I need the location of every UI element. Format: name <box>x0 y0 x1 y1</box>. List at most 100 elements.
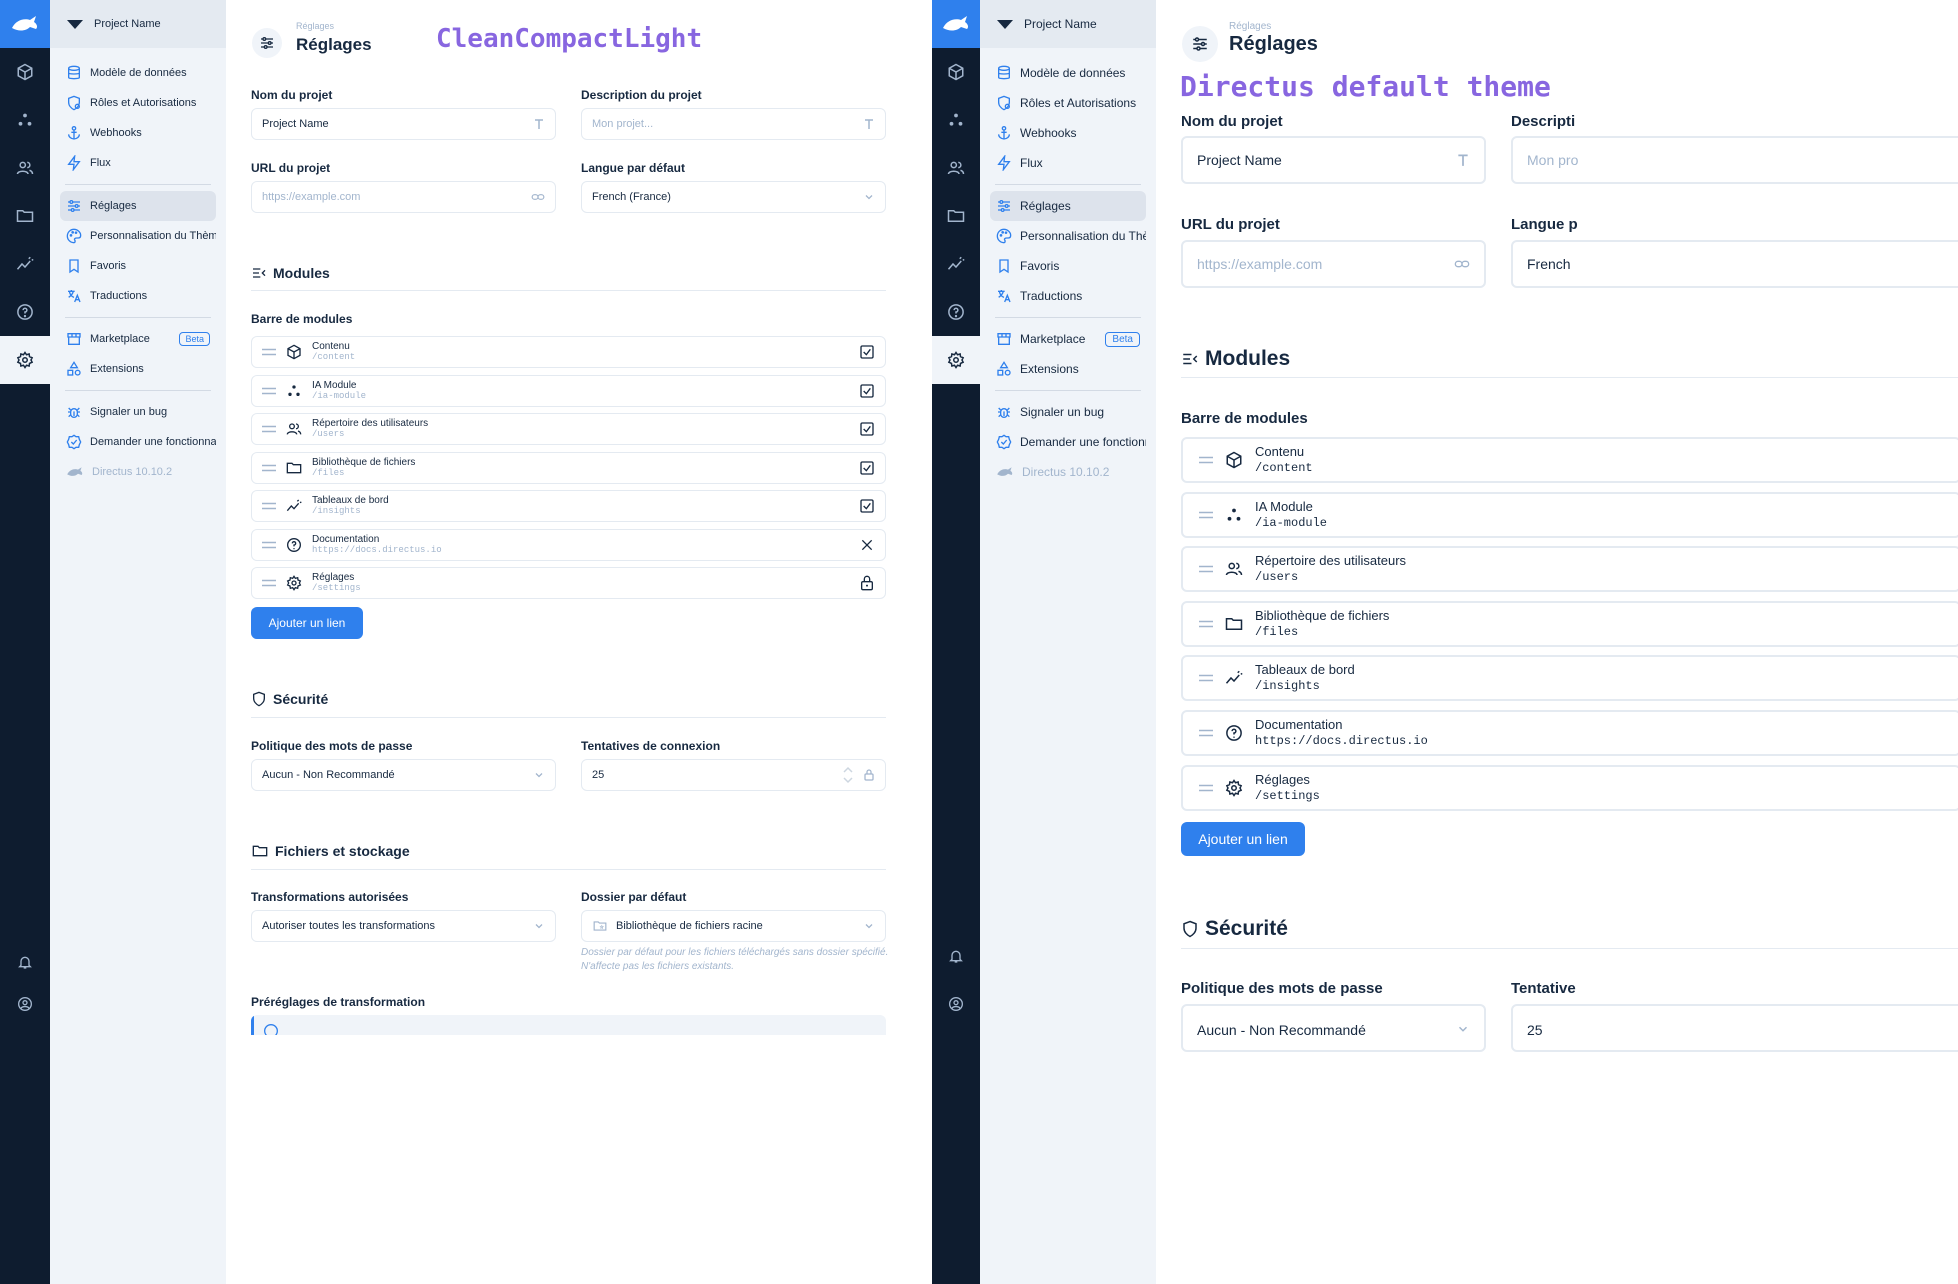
drag-handle-icon[interactable] <box>262 387 276 395</box>
drag-handle-icon[interactable] <box>1199 784 1213 792</box>
rail-notifications-button[interactable] <box>0 940 50 984</box>
nav-item-version[interactable]: Directus 10.10.2 <box>60 457 216 487</box>
default-language-select[interactable]: French (France) <box>581 181 886 213</box>
login-attempts-input[interactable]: 25 <box>581 759 886 791</box>
nav-item-data-model[interactable]: Modèle de données <box>990 58 1146 88</box>
checkbox-checked-icon[interactable] <box>859 421 875 437</box>
project-url-input[interactable]: https://example.com <box>251 181 556 213</box>
nav-item-extensions[interactable]: Extensions <box>990 354 1146 384</box>
project-switcher[interactable]: Project Name <box>980 0 1156 48</box>
nav-item-data-model[interactable]: Modèle de données <box>60 58 216 88</box>
rail-notifications-button[interactable] <box>932 934 980 978</box>
checkbox-checked-icon[interactable] <box>859 344 875 360</box>
checkbox-checked-icon[interactable] <box>859 383 875 399</box>
nav-item-translations[interactable]: Traductions <box>990 281 1146 311</box>
drag-handle-icon[interactable] <box>1199 565 1213 573</box>
nav-item-settings[interactable]: Réglages <box>60 191 216 221</box>
module-row[interactable]: IA Module/ia-module <box>251 374 886 407</box>
module-row[interactable]: Répertoire des utilisateurs/users <box>251 413 886 445</box>
module-row[interactable]: Tableaux de bord/insights <box>251 490 886 522</box>
drag-handle-icon[interactable] <box>262 579 276 587</box>
drag-handle-icon[interactable] <box>262 425 276 433</box>
drag-handle-icon[interactable] <box>1199 729 1213 737</box>
drag-handle-icon[interactable] <box>262 348 276 356</box>
drag-handle-icon[interactable] <box>1199 456 1213 464</box>
rail-ia-module-button[interactable] <box>0 96 50 144</box>
directus-logo[interactable] <box>932 0 980 48</box>
rail-content-button[interactable] <box>932 48 980 96</box>
nav-item-flows[interactable]: Flux <box>60 148 216 178</box>
rail-insights-button[interactable] <box>932 240 980 288</box>
description-input[interactable]: Mon pro <box>1511 136 1958 184</box>
rail-ia-module-button[interactable] <box>932 96 980 144</box>
default-language-select[interactable]: French <box>1511 240 1958 288</box>
module-row[interactable]: IA Module/ia-module <box>1181 491 1958 538</box>
rail-user-button[interactable] <box>0 982 50 1026</box>
project-name-input[interactable]: Project Name <box>1181 136 1486 184</box>
stepper-icon[interactable] <box>843 766 853 784</box>
nav-item-roles[interactable]: Rôles et Autorisations <box>990 88 1146 118</box>
module-row[interactable]: Contenu/content <box>251 336 886 368</box>
nav-item-theme[interactable]: Personnalisation du Thème <box>990 221 1146 251</box>
nav-item-favorites[interactable]: Favoris <box>60 251 216 281</box>
drag-handle-icon[interactable] <box>262 464 276 472</box>
nav-item-version[interactable]: Directus 10.10.2 <box>990 457 1146 487</box>
nav-item-webhooks[interactable]: Webhooks <box>60 118 216 148</box>
password-policy-select[interactable]: Aucun - Non Recommandé <box>1181 1004 1486 1052</box>
drag-handle-icon[interactable] <box>1199 620 1213 628</box>
project-name-input[interactable]: Project Name <box>251 108 556 140</box>
description-input[interactable]: Mon projet... <box>581 108 886 140</box>
drag-handle-icon[interactable] <box>262 502 276 510</box>
nav-item-flows[interactable]: Flux <box>990 148 1146 178</box>
rail-content-button[interactable] <box>0 48 50 96</box>
module-row[interactable]: Tableaux de bord/insights <box>1181 655 1958 702</box>
module-row[interactable]: Documentation https://docs.directus.io <box>251 528 886 561</box>
module-row[interactable]: Documentation https://docs.directus.io <box>1181 710 1958 756</box>
rail-insights-button[interactable] <box>0 240 50 288</box>
breadcrumb[interactable]: Réglages <box>296 21 334 31</box>
default-folder-select[interactable]: Bibliothèque de fichiers racine <box>581 910 886 942</box>
nav-item-translations[interactable]: Traductions <box>60 281 216 311</box>
nav-item-extensions[interactable]: Extensions <box>60 354 216 384</box>
nav-item-marketplace[interactable]: Marketplace Beta <box>990 324 1146 354</box>
rail-user-button[interactable] <box>932 982 980 1026</box>
nav-item-theme[interactable]: Personnalisation du Thème <box>60 221 216 251</box>
drag-handle-icon[interactable] <box>262 541 276 549</box>
login-attempts-input[interactable]: 25 <box>1511 1004 1958 1052</box>
module-row[interactable]: Réglages/settings <box>1181 764 1958 811</box>
rail-docs-button[interactable] <box>0 288 50 336</box>
rail-settings-button[interactable] <box>932 336 980 384</box>
project-switcher[interactable]: Project Name <box>50 0 226 48</box>
rail-settings-button[interactable] <box>0 336 50 384</box>
module-row[interactable]: Bibliothèque de fichiers/files <box>1181 600 1958 647</box>
rail-users-button[interactable] <box>932 144 980 192</box>
module-row[interactable]: Réglages/settings <box>251 567 886 599</box>
lock-icon[interactable] <box>859 575 875 591</box>
checkbox-checked-icon[interactable] <box>859 460 875 476</box>
add-link-button[interactable]: Ajouter un lien <box>1181 822 1305 856</box>
add-link-button[interactable]: Ajouter un lien <box>251 607 363 639</box>
rail-files-button[interactable] <box>932 192 980 240</box>
nav-item-marketplace[interactable]: Marketplace Beta <box>60 324 216 354</box>
project-url-input[interactable]: https://example.com <box>1181 240 1486 288</box>
nav-item-favorites[interactable]: Favoris <box>990 251 1146 281</box>
checkbox-checked-icon[interactable] <box>859 498 875 514</box>
transforms-select[interactable]: Autoriser toutes les transformations <box>251 910 556 942</box>
breadcrumb[interactable]: Réglages <box>1229 21 1271 32</box>
rail-docs-button[interactable] <box>932 288 980 336</box>
nav-item-report-bug[interactable]: Signaler un bug <box>60 397 216 427</box>
rail-files-button[interactable] <box>0 192 50 240</box>
nav-item-report-bug[interactable]: Signaler un bug <box>990 397 1146 427</box>
directus-logo[interactable] <box>0 0 50 48</box>
close-icon[interactable] <box>859 537 875 553</box>
nav-item-webhooks[interactable]: Webhooks <box>990 118 1146 148</box>
module-row[interactable]: Répertoire des utilisateurs/users <box>1181 546 1958 593</box>
rail-users-button[interactable] <box>0 144 50 192</box>
nav-item-request-feature[interactable]: Demander une fonctionnalité <box>990 427 1146 457</box>
nav-item-settings[interactable]: Réglages <box>990 191 1146 221</box>
module-row[interactable]: Bibliothèque de fichiers/files <box>251 451 886 484</box>
nav-item-roles[interactable]: Rôles et Autorisations <box>60 88 216 118</box>
nav-item-request-feature[interactable]: Demander une fonctionnalité <box>60 427 216 457</box>
drag-handle-icon[interactable] <box>1199 511 1213 519</box>
drag-handle-icon[interactable] <box>1199 674 1213 682</box>
